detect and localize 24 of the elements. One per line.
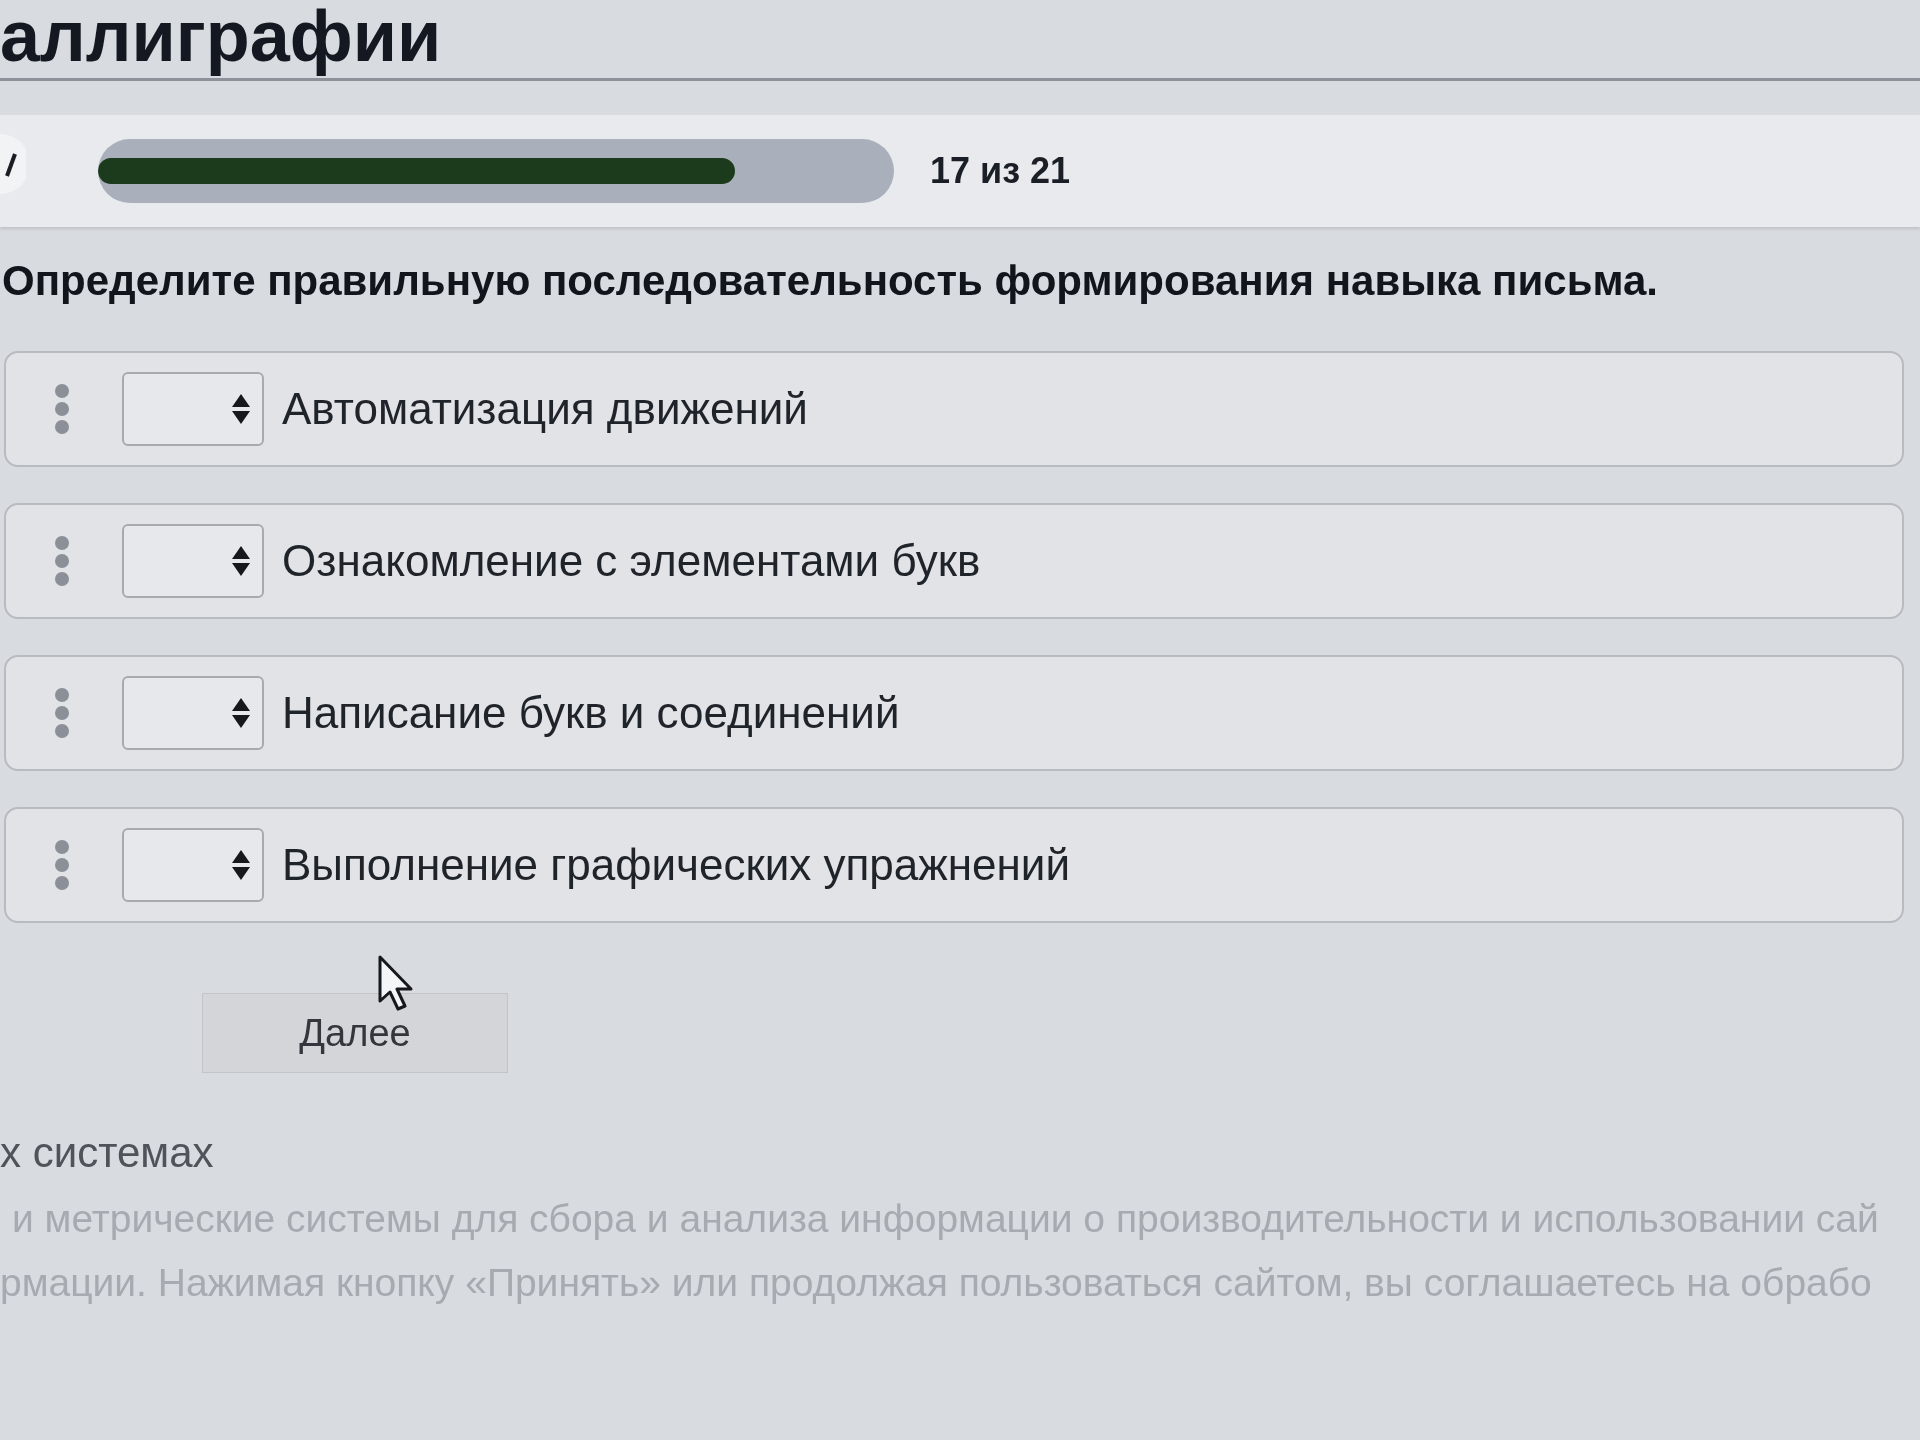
drag-handle-icon[interactable] [54,839,70,891]
progress-counter: 17 из 21 [930,150,1071,192]
answer-card[interactable]: Автоматизация движений [4,351,1904,467]
drag-handle-icon[interactable] [54,383,70,435]
drag-handle-icon[interactable] [54,535,70,587]
answer-card[interactable]: Написание букв и соединений [4,655,1904,771]
up-down-arrows-icon [232,850,250,880]
up-down-arrows-icon [232,394,250,424]
answer-label: Ознакомление с элементами букв [282,536,981,586]
up-down-arrows-icon [232,546,250,576]
order-select[interactable] [122,676,264,750]
next-button[interactable]: Далее [202,993,508,1073]
answer-label: Выполнение графических упражнений [282,840,1070,890]
notice-heading: х системах [0,1129,215,1177]
answer-card[interactable]: Ознакомление с элементами букв [4,503,1904,619]
order-select[interactable] [122,524,264,598]
answer-label: Написание букв и соединений [282,688,900,738]
question-text: Определите правильную последовательность формирования навыка письма. [1,257,1660,305]
drag-handle-icon[interactable] [54,687,70,739]
order-select[interactable] [122,372,264,446]
order-select[interactable] [122,828,264,902]
up-down-arrows-icon [232,698,250,728]
answer-card[interactable]: Выполнение графических упражнений [4,807,1904,923]
answer-label: Автоматизация движений [282,384,808,434]
